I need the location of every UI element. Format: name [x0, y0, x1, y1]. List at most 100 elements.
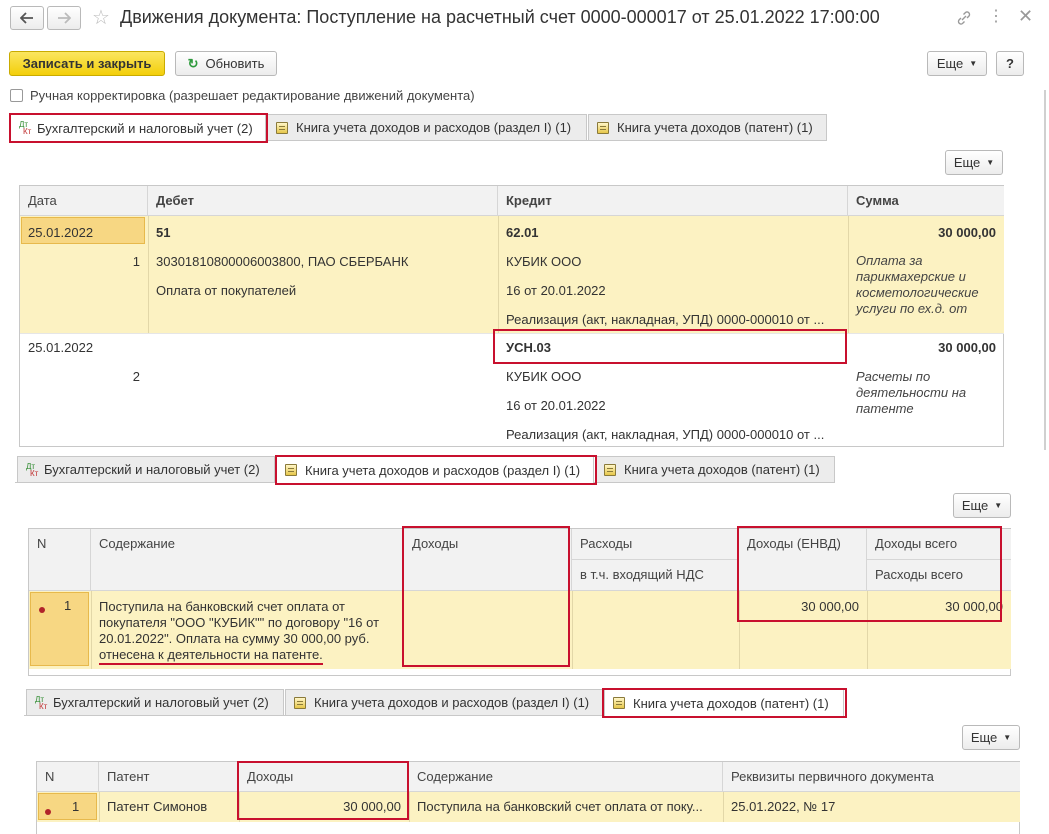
col-date[interactable]: Дата [20, 186, 148, 216]
tab-patent-book-2[interactable]: Книга учета доходов (патент) (1) [595, 456, 835, 482]
arrow-left-icon [20, 12, 33, 24]
row-divider [91, 591, 92, 669]
dt-kt-icon: Дт Кт [26, 461, 39, 478]
tab-label: Книга учета доходов и расходов (раздел I… [305, 462, 581, 478]
refresh-icon: ↻ [187, 55, 199, 71]
col-content[interactable]: Содержание [409, 762, 723, 792]
dropdown-caret-icon: ▼ [994, 501, 1003, 510]
tab-label: Книга учета доходов (патент) (1) [617, 120, 813, 135]
row1-date: 25.01.2022 [28, 225, 94, 240]
row1-debit: 51 [156, 225, 171, 240]
forward-button[interactable] [47, 6, 81, 30]
manual-checkbox[interactable] [10, 89, 23, 102]
row1-credit-sub2: 16 от 20.01.2022 [506, 283, 606, 298]
tab-label: Книга учета доходов и расходов (раздел I… [314, 695, 590, 710]
row2-sum: 30 000,00 [938, 340, 996, 355]
link-icon[interactable] [956, 10, 972, 26]
col-doc[interactable]: Реквизиты первичного документа [723, 762, 1020, 792]
dropdown-caret-icon: ▼ [969, 59, 978, 68]
panel3-more-button[interactable]: Еще ▼ [962, 725, 1020, 750]
refresh-button[interactable]: ↻ Обновить [175, 51, 277, 76]
col-sum[interactable]: Сумма [848, 186, 1004, 216]
row1-credit: 62.01 [506, 225, 539, 240]
help-button[interactable]: ? [996, 51, 1024, 76]
window-title: Движения документа: Поступление на расче… [120, 7, 880, 27]
row-n: 1 [72, 799, 80, 814]
favorite-star-icon[interactable]: ☆ [92, 5, 110, 30]
book-icon [604, 463, 616, 476]
row-income: 30 000,00 [343, 799, 401, 814]
more-dots-icon[interactable]: ⋮ [988, 6, 1004, 26]
row2-credit-sub3: Реализация (акт, накладная, УПД) 0000-00… [506, 427, 825, 442]
tab-label: Бухгалтерский и налоговый учет (2) [53, 695, 269, 710]
tab-label: Бухгалтерский и налоговый учет (2) [37, 120, 253, 136]
arrow-right-icon [58, 12, 71, 24]
row2-n: 2 [132, 369, 140, 384]
tab-accounting-3[interactable]: Дт Кт Бухгалтерский и налоговый учет (2) [26, 689, 284, 715]
tab-label: Бухгалтерский и налоговый учет (2) [44, 462, 260, 477]
book-icon [597, 121, 609, 134]
col-credit[interactable]: Кредит [498, 186, 848, 216]
col-income[interactable]: Доходы [239, 762, 409, 792]
back-button[interactable] [10, 6, 44, 30]
patent-book-grid: N Патент Доходы Содержание Реквизиты пер… [36, 761, 1020, 834]
more-label: Еще [953, 155, 981, 170]
row-n: 1 [64, 598, 72, 613]
save-close-button[interactable]: Записать и закрыть [9, 51, 165, 76]
row2-content: Расчеты по деятельности на патенте [856, 369, 967, 416]
refresh-label: Обновить [205, 56, 265, 71]
manual-label: Ручная корректировка (разрешает редактир… [30, 88, 475, 103]
row1-n: 1 [132, 254, 140, 269]
tab-patent-book[interactable]: Книга учета доходов (патент) (1) [588, 114, 827, 140]
row1-credit-sub1: КУБИК ООО [506, 254, 582, 269]
row1-debit-sub2: Оплата от покупателей [156, 283, 297, 298]
row-status-dot-icon [45, 803, 63, 818]
title-bar: ☆ Движения документа: Поступление на рас… [0, 0, 1049, 38]
col-debit[interactable]: Дебет [148, 186, 498, 216]
row1-debit-sub1: 30301810800006003800, ПАО СБЕРБАНК [156, 254, 409, 269]
dt-kt-icon: Дт Кт [19, 120, 32, 136]
tab-label: Книга учета доходов (патент) (1) [633, 695, 829, 711]
dt-kt-icon: Дт Кт [35, 694, 48, 711]
tab-accounting[interactable]: Дт Кт Бухгалтерский и налоговый учет (2) [10, 114, 266, 141]
tab-income-book[interactable]: Книга учета доходов и расходов (раздел I… [267, 114, 587, 140]
col-expense[interactable]: Расходы [572, 529, 739, 560]
tab-label: Книга учета доходов (патент) (1) [624, 462, 820, 477]
book-icon [294, 696, 306, 709]
book-icon [613, 697, 625, 709]
row2-credit: УСН.03 [506, 340, 551, 355]
dropdown-caret-icon: ▼ [1003, 733, 1012, 742]
panel2-more-button[interactable]: Еще ▼ [953, 493, 1011, 518]
col-patent[interactable]: Патент [99, 762, 239, 792]
income-book-grid: N Содержание Доходы Расходы в т.ч. входя… [28, 528, 1011, 676]
tab-patent-book-3[interactable]: Книга учета доходов (патент) (1) [604, 689, 844, 716]
col-content[interactable]: Содержание [91, 529, 404, 591]
row-income-envd: 30 000,00 [801, 599, 859, 614]
col-income-total[interactable]: Доходы всего [867, 529, 1011, 560]
tab-income-book-3[interactable]: Книга учета доходов и расходов (раздел I… [285, 689, 603, 715]
more-button[interactable]: Еще ▼ [927, 51, 987, 76]
col-n[interactable]: N [29, 529, 91, 591]
close-icon[interactable]: ✕ [1018, 6, 1033, 27]
book-icon [276, 121, 288, 134]
tab-label: Книга учета доходов и расходов (раздел I… [296, 120, 572, 135]
col-income[interactable]: Доходы [404, 529, 572, 591]
col-income-envd[interactable]: Доходы (ЕНВД) [739, 529, 867, 591]
col-expense-vat[interactable]: в т.ч. входящий НДС [572, 560, 739, 591]
panel1-more-button[interactable]: Еще ▼ [945, 150, 1003, 175]
tab-income-book-2[interactable]: Книга учета доходов и расходов (раздел I… [276, 456, 594, 483]
col-n[interactable]: N [37, 762, 99, 792]
more-label: Еще [970, 730, 998, 745]
row-status-dot-icon [39, 601, 57, 616]
dropdown-caret-icon: ▼ [986, 158, 995, 167]
row1-sum: 30 000,00 [938, 225, 996, 240]
row-content: Поступила на банковский счет оплата от п… [417, 799, 703, 814]
col-expense-total[interactable]: Расходы всего [867, 560, 1011, 591]
row2-credit-sub2: 16 от 20.01.2022 [506, 398, 606, 413]
scrollbar-track[interactable] [1044, 90, 1046, 450]
row1-credit-sub3: Реализация (акт, накладная, УПД) 0000-00… [506, 312, 825, 327]
postings-grid: Дата Дебет Кредит Сумма 25.01.2022 51 62… [19, 185, 1004, 447]
tab-accounting-2[interactable]: Дт Кт Бухгалтерский и налоговый учет (2) [17, 456, 275, 482]
more-label: Еще [936, 56, 964, 71]
row-income-total: 30 000,00 [945, 599, 1003, 614]
